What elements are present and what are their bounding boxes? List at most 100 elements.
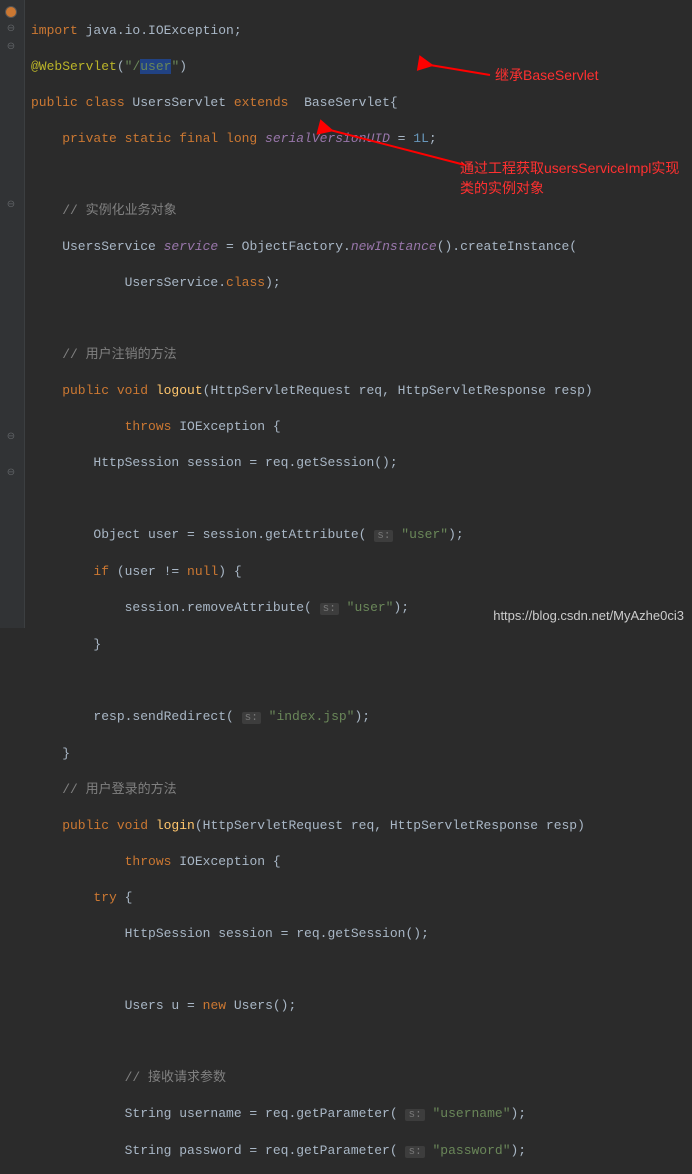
text: BaseServlet{ [296, 95, 397, 110]
code-line[interactable] [31, 672, 692, 690]
text: ; [429, 131, 437, 146]
text [339, 600, 347, 615]
keyword: public void [31, 383, 156, 398]
text: java.io.IOException; [78, 23, 242, 38]
code-line[interactable]: // 接收请求参数 [31, 1069, 692, 1087]
code-line[interactable]: Object user = session.getAttribute( s: "… [31, 526, 692, 545]
code-line[interactable]: HttpSession session = req.getSession(); [31, 454, 692, 472]
code-line[interactable]: throws IOException { [31, 418, 692, 436]
text: { [273, 419, 281, 434]
keyword: extends [234, 95, 296, 110]
param-hint: s: [374, 530, 393, 542]
string: "password" [432, 1143, 510, 1158]
text: IOException [179, 419, 273, 434]
text: ); [265, 275, 281, 290]
code-line[interactable]: public void login(HttpServletRequest req… [31, 817, 692, 835]
code-editor[interactable]: import java.io.IOException; @WebServlet(… [25, 0, 692, 1174]
method: logout [156, 383, 203, 398]
code-line[interactable]: // 用户登录的方法 [31, 781, 692, 799]
param-hint: s: [405, 1109, 424, 1121]
code-line[interactable]: } [31, 636, 692, 654]
string: "user" [401, 527, 448, 542]
text: ); [511, 1106, 527, 1121]
fold-icon[interactable]: ⊖ [5, 24, 17, 36]
class: UsersServlet [132, 95, 233, 110]
text: UsersService. [31, 275, 226, 290]
text: ) [179, 59, 187, 74]
keyword: new [203, 998, 234, 1013]
code-line[interactable] [31, 166, 692, 184]
code-line[interactable]: private static final long serialVersionU… [31, 130, 692, 148]
text: (HttpServletRequest req, HttpServletResp… [195, 818, 585, 833]
text: IOException [179, 854, 273, 869]
number: 1L [413, 131, 429, 146]
code-line[interactable]: @WebServlet("/user") [31, 58, 692, 76]
text [425, 1106, 433, 1121]
text: ) { [218, 564, 241, 579]
param-hint: s: [405, 1146, 424, 1158]
text: HttpSession session = req.getSession(); [31, 926, 429, 941]
code-line[interactable]: public void logout(HttpServletRequest re… [31, 382, 692, 400]
editor-gutter: ⊖ ⊖ ⊖ ⊖ ⊖ [0, 0, 25, 628]
text [425, 1143, 433, 1158]
text: ( [117, 59, 125, 74]
text: String password = req.getParameter( [31, 1143, 405, 1158]
code-line[interactable]: try { [31, 889, 692, 907]
code-line[interactable]: String password = req.getParameter( s: "… [31, 1142, 692, 1161]
text: = ObjectFactory. [218, 239, 351, 254]
code-line[interactable]: if (user != null) { [31, 563, 692, 581]
code-line[interactable]: session.removeAttribute( s: "user"); [31, 599, 692, 618]
code-line[interactable]: String username = req.getParameter( s: "… [31, 1105, 692, 1124]
text: String username = req.getParameter( [31, 1106, 405, 1121]
keyword: if [31, 564, 117, 579]
code-line[interactable] [31, 1033, 692, 1051]
keyword: null [187, 564, 218, 579]
code-line[interactable]: UsersService.class); [31, 274, 692, 292]
code-line[interactable]: UsersService service = ObjectFactory.new… [31, 238, 692, 256]
fold-icon[interactable]: ⊖ [5, 432, 17, 444]
text: = [390, 131, 413, 146]
comment: // 用户注销的方法 [31, 347, 177, 362]
fold-icon[interactable]: ⊖ [5, 42, 17, 54]
method: login [156, 818, 195, 833]
fold-icon[interactable]: ⊖ [5, 200, 17, 212]
code-line[interactable]: import java.io.IOException; [31, 22, 692, 40]
string: "index.jsp" [269, 709, 355, 724]
string: "user" [347, 600, 394, 615]
code-line[interactable]: HttpSession session = req.getSession(); [31, 925, 692, 943]
keyword: import [31, 23, 78, 38]
text: ); [354, 709, 370, 724]
field: service [164, 239, 219, 254]
fold-icon[interactable]: ⊖ [5, 468, 17, 480]
text: Users u = [31, 998, 203, 1013]
text: } [31, 637, 101, 652]
code-line[interactable]: } [31, 745, 692, 763]
code-line[interactable] [31, 490, 692, 508]
keyword: try [31, 890, 125, 905]
code-line[interactable]: resp.sendRedirect( s: "index.jsp"); [31, 708, 692, 727]
text: (HttpServletRequest req, HttpServletResp… [203, 383, 593, 398]
code-line[interactable]: public class UsersServlet extends BaseSe… [31, 94, 692, 112]
text [261, 709, 269, 724]
text: HttpSession session = req.getSession(); [31, 455, 398, 470]
code-line[interactable] [31, 961, 692, 979]
text: } [31, 746, 70, 761]
code-line[interactable]: Users u = new Users(); [31, 997, 692, 1015]
code-line[interactable]: // 用户注销的方法 [31, 346, 692, 364]
keyword: throws [31, 854, 179, 869]
text: { [273, 854, 281, 869]
code-line[interactable]: // 实例化业务对象 [31, 202, 692, 220]
string: "/user" [125, 59, 180, 74]
text: Object user = session.getAttribute( [31, 527, 374, 542]
breakpoint-icon[interactable] [5, 6, 17, 18]
comment: // 用户登录的方法 [31, 782, 177, 797]
text: ); [448, 527, 464, 542]
param-hint: s: [320, 603, 339, 615]
code-line[interactable]: throws IOException { [31, 853, 692, 871]
keyword: public class [31, 95, 132, 110]
code-line[interactable] [31, 310, 692, 328]
text: (user != [117, 564, 187, 579]
text: ); [393, 600, 409, 615]
comment: // 实例化业务对象 [31, 203, 177, 218]
text: resp.sendRedirect( [31, 709, 242, 724]
